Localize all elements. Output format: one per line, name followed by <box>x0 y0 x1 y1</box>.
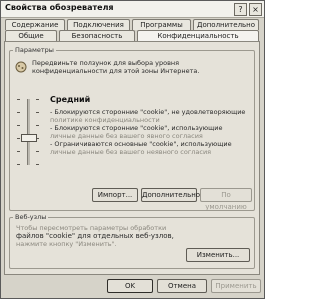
privacy-panel: Параметры Передвиньте ползунок для выбор… <box>4 41 260 275</box>
privacy-bullet-1b: политике конфиденциальности <box>50 116 160 124</box>
privacy-bullet-1: - Блокируются сторонние "cookie", не удо… <box>50 108 246 116</box>
slider-tick <box>36 112 39 113</box>
privacy-bullet-3b: личные данные без вашего неявного соглас… <box>50 148 212 156</box>
slider-tick <box>36 125 39 126</box>
slider-tick <box>17 164 20 165</box>
slider-tick <box>36 164 39 165</box>
tab-security[interactable]: Безопасность <box>59 30 135 41</box>
instruction-line-2: конфиденциальности для этой зоны Интерне… <box>32 67 200 75</box>
internet-options-dialog: Свойства обозревателя ? × Содержание Под… <box>0 0 265 299</box>
slider-tick <box>17 112 20 113</box>
advanced-button[interactable]: Дополнительно... <box>141 188 207 202</box>
title-bar: Свойства обозревателя ? × <box>1 1 264 18</box>
cancel-button[interactable]: Отмена <box>157 279 207 293</box>
websites-group: Веб-узлы Чтобы пересмотреть параметры об… <box>9 213 255 269</box>
slider-tick <box>36 99 39 100</box>
tab-programs[interactable]: Программы <box>132 19 191 30</box>
privacy-level-slider[interactable] <box>14 99 42 165</box>
privacy-bullet-2b: личные данные без вашего явного согласия <box>50 132 203 140</box>
tab-connections[interactable]: Подключения <box>67 19 130 30</box>
apply-button[interactable]: Применить <box>211 279 261 293</box>
cookie-icon <box>15 61 27 73</box>
websites-line-2: файлов "cookie" для отдельных веб-узлов, <box>16 232 174 240</box>
slider-tick <box>17 125 20 126</box>
instruction-line-1: Передвиньте ползунок для выбора уровня <box>32 59 180 67</box>
help-button[interactable]: ? <box>234 3 247 16</box>
edit-sites-button[interactable]: Изменить... <box>186 248 250 262</box>
websites-legend: Веб-узлы <box>13 213 49 221</box>
close-button[interactable]: × <box>249 3 262 16</box>
slider-thumb[interactable] <box>21 134 37 142</box>
slider-tick <box>17 151 20 152</box>
privacy-level-title: Средний <box>50 95 91 104</box>
websites-line-3: нажмите кнопку "Изменить". <box>16 240 117 248</box>
ok-button[interactable]: OK <box>107 279 153 293</box>
tab-content[interactable]: Содержание <box>5 19 65 30</box>
window-title: Свойства обозревателя <box>5 3 114 12</box>
settings-group: Параметры Передвиньте ползунок для выбор… <box>9 46 255 211</box>
slider-tick <box>17 138 20 139</box>
tab-privacy[interactable]: Конфиденциальность <box>137 30 259 41</box>
settings-legend: Параметры <box>13 46 56 54</box>
default-button[interactable]: По умолчанию <box>200 188 252 211</box>
tab-general[interactable]: Общие <box>5 30 57 41</box>
websites-line-1: Чтобы пересмотреть параметры обработки <box>16 224 167 232</box>
slider-track <box>27 99 30 165</box>
import-button[interactable]: Импорт... <box>92 188 138 202</box>
privacy-bullet-3: - Ограничиваются основные "cookie", испо… <box>50 140 232 148</box>
slider-tick <box>17 99 20 100</box>
privacy-bullet-2: - Блокируются сторонние "cookie", исполь… <box>50 124 223 132</box>
slider-tick <box>36 151 39 152</box>
tab-advanced[interactable]: Дополнительно <box>193 19 259 30</box>
